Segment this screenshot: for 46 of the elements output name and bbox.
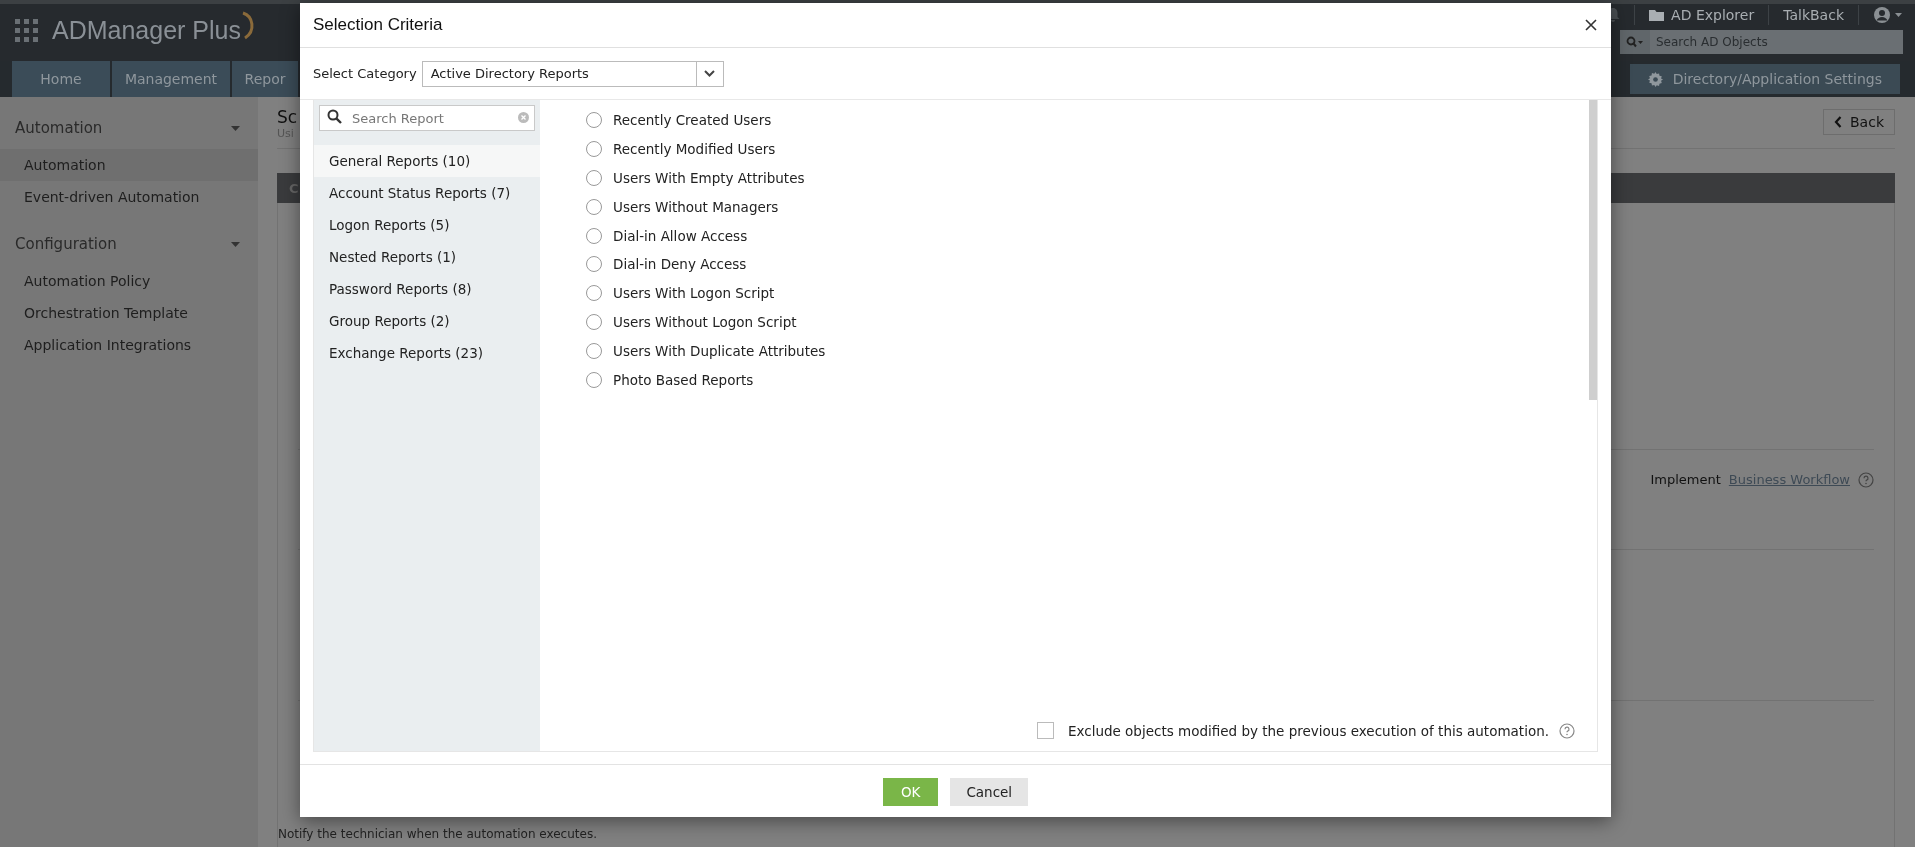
help-icon[interactable] (1559, 722, 1575, 739)
report-option[interactable]: Recently Modified Users (586, 134, 776, 164)
report-category-item[interactable]: Password Reports (8) (314, 273, 540, 305)
app-logo: ADManager Plus (52, 16, 241, 45)
sidebar-item[interactable]: Application Integrations (0, 329, 258, 361)
clear-icon[interactable] (518, 112, 529, 123)
report-category-item[interactable]: Logon Reports (5) (314, 209, 540, 241)
chevron-left-icon (1834, 116, 1842, 128)
report-option[interactable]: Dial-in Allow Access (586, 221, 748, 250)
sidebar-item[interactable]: Event-driven Automation (0, 181, 258, 213)
checkbox-label: Exclude objects modified by the previous execution of this automation. (1067, 722, 1549, 739)
cancel-button[interactable]: Cancel (950, 778, 1029, 806)
report-search-field[interactable]: Search Report (319, 105, 535, 131)
back-button[interactable]: Back (1823, 109, 1895, 135)
gear-icon (1647, 71, 1663, 87)
report-option[interactable]: Dial-in Deny Access (586, 250, 747, 279)
category-label: Select Category (313, 66, 417, 81)
category-dropdown[interactable]: Active Directory Reports (421, 60, 724, 87)
user-icon[interactable] (1873, 6, 1903, 24)
notify-description: Notify the technician when the automation executes. (278, 827, 598, 843)
search-field[interactable]: Search AD Objects (1650, 30, 1903, 54)
search-icon (327, 109, 342, 124)
search-icon (1626, 36, 1644, 48)
help-icon[interactable] (1858, 472, 1874, 488)
dialog-title: Selection Criteria (313, 15, 443, 35)
report-category-item[interactable]: Nested Reports (1) (314, 241, 540, 273)
ad-explorer-link[interactable]: AD Explorer (1649, 7, 1755, 23)
report-category-item[interactable]: Group Reports (2) (314, 305, 540, 337)
folder-icon (1649, 9, 1665, 21)
close-icon[interactable] (1584, 18, 1598, 32)
report-option[interactable]: Users With Logon Script (586, 278, 775, 308)
report-option[interactable]: Users Without Logon Script (586, 307, 797, 337)
sidebar-item[interactable]: Automation Policy (0, 265, 258, 297)
report-category-item[interactable]: General Reports (10) (314, 145, 540, 177)
chevron-down-icon (704, 70, 716, 77)
report-option[interactable]: Photo Based Reports (586, 365, 754, 394)
scrollbar[interactable] (1589, 100, 1597, 400)
report-option[interactable]: Users With Duplicate Attributes (586, 336, 826, 366)
page-title: Sc (277, 107, 298, 127)
checkbox-label: Implement (1650, 472, 1721, 487)
report-category-item[interactable]: Exchange Reports (23) (314, 337, 540, 369)
talkback-link[interactable]: TalkBack (1783, 7, 1844, 23)
sidebar-item[interactable]: Orchestration Template (0, 297, 258, 329)
app-grid-icon[interactable] (15, 19, 38, 42)
report-option[interactable]: Recently Created Users (586, 106, 772, 135)
checkbox[interactable] (1036, 722, 1054, 739)
